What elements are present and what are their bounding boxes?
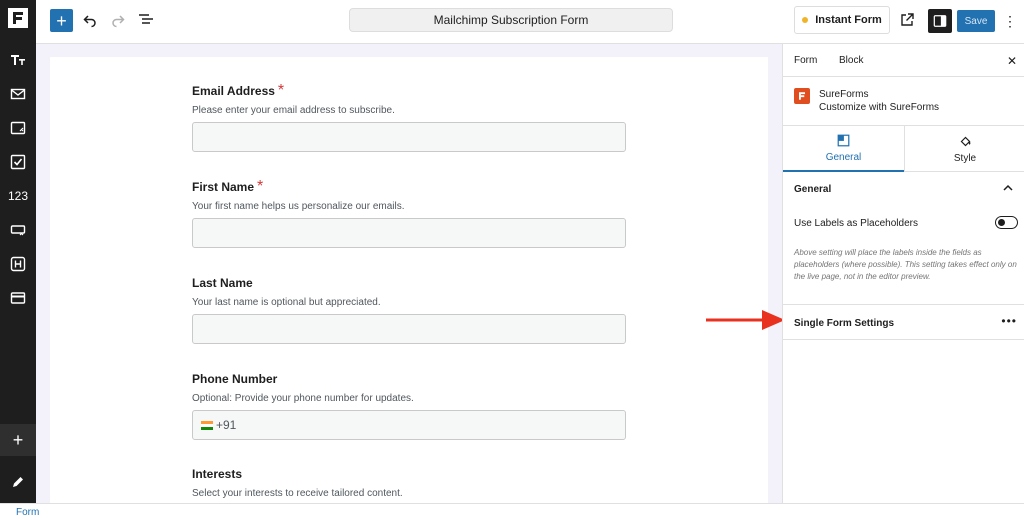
left-rail: 123 + [0,0,36,503]
email-field-block[interactable]: Email Address * Please enter your email a… [192,82,626,152]
save-button[interactable]: Save [957,10,995,32]
typography-icon[interactable] [0,48,36,72]
textarea-icon[interactable] [0,116,36,140]
single-form-settings-panel[interactable]: Single Form Settings ••• [783,304,1024,340]
checkbox-icon[interactable] [0,150,36,174]
single-form-settings-label: Single Form Settings [794,318,895,329]
redo-icon[interactable] [108,10,128,30]
last-name-help: Your last name is optional but appreciat… [192,297,381,308]
document-overview-icon[interactable] [136,10,156,30]
pencil-icon[interactable] [0,470,36,494]
tab-block[interactable]: Block [839,55,863,66]
phone-help: Optional: Provide your phone number for … [192,393,414,404]
plugin-name: SureForms [819,89,869,100]
phone-label: Phone Number [192,372,278,386]
annotation-arrow-icon [706,310,785,330]
first-name-label: First Name [192,180,255,194]
top-toolbar: + Mailchimp Subscription Form Instant Fo… [36,0,1024,44]
india-flag-icon[interactable] [201,420,213,430]
close-icon[interactable]: ✕ [1007,54,1017,68]
add-block-icon[interactable]: + [0,424,36,456]
more-options-icon[interactable]: ••• [1001,314,1017,328]
last-name-label: Last Name [192,276,253,290]
external-link-icon[interactable] [897,10,917,30]
required-marker: * [257,178,264,195]
status-dot-icon [802,17,809,23]
phone-country-code: +91 [216,418,237,432]
sidebar-tabs: Form Block ✕ [783,44,1024,77]
document-title-bar[interactable]: Mailchimp Subscription Form [349,8,673,32]
phone-field-block[interactable]: Phone Number Optional: Provide your phon… [192,370,626,440]
add-block-button[interactable]: + [50,9,73,32]
first-name-field-block[interactable]: First Name * Your first name helps us per… [192,178,626,248]
last-name-field-block[interactable]: Last Name Your last name is optional but… [192,274,626,344]
undo-icon[interactable] [80,10,100,30]
settings-panel-toggle-icon[interactable] [928,9,952,33]
general-section-title[interactable]: General [794,184,831,195]
first-name-help: Your first name helps us personalize our… [192,201,405,212]
block-breadcrumb-bar: Form [0,503,1024,520]
breadcrumb-form[interactable]: Form [16,507,39,518]
option-help-text: Above setting will place the labels insi… [794,248,1017,281]
subtab-style-label: Style [953,152,977,164]
plugin-card: SureForms Customize with SureForms [783,77,1024,126]
use-labels-as-placeholders-toggle[interactable] [995,216,1018,229]
settings-sidebar: Form Block ✕ SureForms Customize with Su… [782,44,1024,503]
email-field-label: Email Address [192,84,275,98]
chevron-up-icon[interactable] [1002,182,1014,194]
interests-label: Interests [192,467,243,481]
email-icon[interactable] [0,82,36,106]
required-marker: * [277,82,285,99]
use-labels-as-placeholders-label: Use Labels as Placeholders [794,218,918,229]
subtab-general-label: General [825,151,862,163]
payment-card-icon[interactable] [0,286,36,310]
instant-form-button[interactable]: Instant Form [794,6,890,34]
settings-subtabs: General Style [783,126,1024,172]
site-logo-icon[interactable] [0,0,36,36]
sureforms-logo-icon [794,88,810,104]
last-name-input[interactable] [192,314,626,344]
first-name-input[interactable] [192,218,626,248]
paint-bucket-icon [960,136,970,146]
email-input[interactable] [192,122,626,152]
tab-form[interactable]: Form [794,55,817,66]
dropdown-icon[interactable] [0,218,36,242]
email-field-help: Please enter your email address to subsc… [192,105,395,116]
subtab-style[interactable]: Style [904,126,1024,172]
phone-input[interactable]: +91 [192,410,626,440]
plugin-description: Customize with SureForms [819,102,940,113]
general-settings-icon [837,134,850,146]
subtab-general[interactable]: General [783,126,904,172]
heading-icon[interactable] [0,252,36,276]
interests-help: Select your interests to receive tailore… [192,488,403,499]
number-icon[interactable]: 123 [0,184,36,208]
options-menu-icon[interactable]: ⋮ [1002,10,1018,32]
instant-form-label: Instant Form [815,14,882,26]
